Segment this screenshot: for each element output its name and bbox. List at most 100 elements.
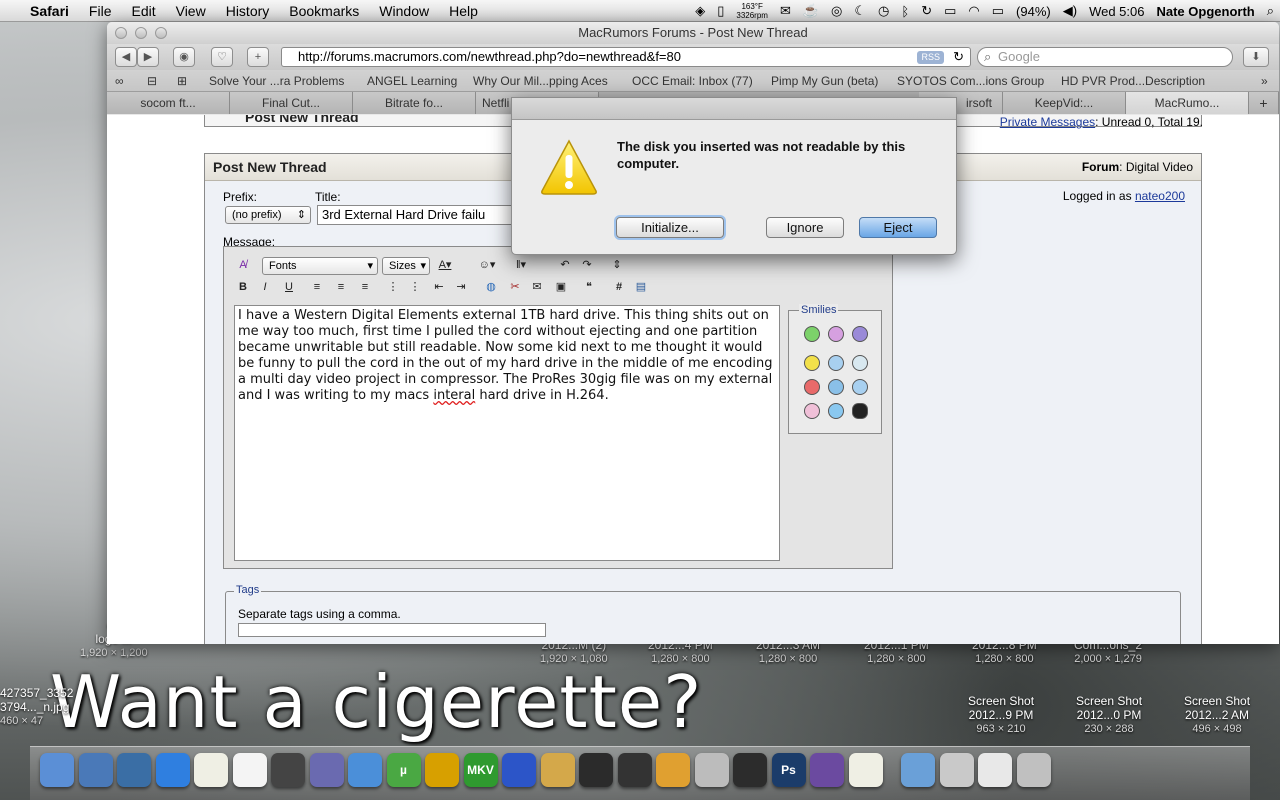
volume-icon[interactable]: ◀) — [1057, 3, 1083, 19]
hashtag-icon[interactable]: # — [610, 279, 628, 295]
menu-edit[interactable]: Edit — [121, 0, 165, 22]
pencil-icon[interactable] — [309, 753, 344, 787]
menu-history[interactable]: History — [216, 0, 280, 22]
unordered-list-icon[interactable]: ⋮ — [406, 279, 424, 295]
bluetooth-icon[interactable]: ᛒ — [895, 4, 915, 19]
align-center-icon[interactable]: ≡ — [332, 279, 350, 295]
motion-icon[interactable] — [733, 753, 767, 787]
arrows-icon[interactable] — [656, 753, 690, 787]
bookmark-item[interactable]: SYOTOS Com...ions Group — [897, 74, 1044, 88]
tab[interactable]: Bitrate fo... — [353, 92, 476, 114]
eject-button[interactable]: Eject — [859, 217, 937, 238]
initialize-button[interactable]: Initialize... — [616, 217, 724, 238]
menu-window[interactable]: Window — [369, 0, 439, 22]
new-tab-button[interactable]: + — [1249, 92, 1279, 114]
dropbox-icon[interactable]: ◈ — [689, 3, 711, 19]
zoom-button[interactable] — [155, 27, 167, 39]
apple-menu-icon[interactable] — [0, 0, 20, 22]
align-left-icon[interactable]: ≡ — [308, 279, 326, 295]
time-machine-icon[interactable]: ◷ — [872, 3, 895, 19]
remove-format-icon[interactable]: A̸ — [234, 257, 252, 273]
bookmark-item[interactable]: ANGEL Learning — [367, 74, 457, 88]
apple-smiley-icon[interactable] — [852, 403, 868, 419]
compressor-icon[interactable] — [271, 753, 305, 787]
clock[interactable]: Wed 5:06 — [1083, 4, 1150, 19]
smiley-tongue-icon[interactable] — [804, 403, 820, 419]
forward-button[interactable]: ▶ — [137, 47, 159, 67]
bookmark-item[interactable]: HD PVR Prod...Description — [1061, 74, 1205, 88]
display-icon[interactable]: ▭ — [938, 3, 962, 19]
growl-icon[interactable]: ◎ — [825, 3, 848, 19]
underline-icon[interactable]: U — [280, 279, 298, 295]
username-link[interactable]: nateo200 — [1135, 189, 1185, 203]
bold-icon[interactable]: B — [234, 279, 252, 295]
applications-folder-icon[interactable] — [901, 753, 935, 787]
textedit-icon[interactable] — [194, 753, 228, 787]
smiley-grin-icon[interactable] — [804, 326, 820, 342]
title-input[interactable]: 3rd External Hard Drive failu — [317, 205, 537, 225]
undo-icon[interactable]: ↶ — [556, 257, 574, 273]
moon-icon[interactable]: ☾ — [848, 3, 872, 19]
dashboard-icon[interactable] — [117, 753, 151, 787]
ical-icon[interactable] — [232, 753, 267, 787]
smiley-happy-icon[interactable] — [828, 326, 844, 342]
add-bookmark-button[interactable]: + — [247, 47, 269, 67]
lightbulb-icon[interactable]: ♡ — [211, 47, 233, 67]
quote-icon[interactable]: ❝ — [580, 279, 598, 295]
message-textarea[interactable]: I have a Western Digital Elements extern… — [234, 305, 780, 561]
smiley-mad-icon[interactable] — [852, 326, 868, 342]
finder-icon[interactable] — [40, 753, 74, 787]
bookmark-item[interactable]: Solve Your ...ra Problems — [209, 74, 344, 88]
mail-icon[interactable]: ✉ — [774, 3, 797, 19]
fonts-select[interactable]: Fonts ▾ — [262, 257, 378, 275]
documents-stack-icon[interactable] — [978, 753, 1012, 787]
downloads-icon[interactable] — [939, 753, 974, 787]
smiley-wink-icon[interactable] — [828, 403, 844, 419]
attachment-icon[interactable]: ǁ▾ — [512, 257, 530, 273]
smiley-smile-icon[interactable] — [804, 355, 820, 371]
italic-icon[interactable]: I — [256, 279, 274, 295]
email-link-icon[interactable]: ✉ — [528, 279, 546, 295]
ordered-list-icon[interactable]: ⋮ — [384, 279, 402, 295]
bookmark-item[interactable]: Pimp My Gun (beta) — [771, 74, 878, 88]
outdent-icon[interactable]: ⇤ — [430, 279, 448, 295]
spotlight-icon[interactable]: ⌕ — [1261, 3, 1280, 19]
photoshop-icon[interactable]: Ps — [771, 753, 806, 787]
thermometer-icon[interactable]: ▯ — [711, 3, 730, 19]
pineapple-icon[interactable] — [540, 753, 575, 787]
smiley-angry-icon[interactable] — [804, 379, 820, 395]
bookmark-item[interactable]: Why Our Mil...pping Aces — [473, 74, 608, 88]
preview-icon[interactable] — [78, 753, 113, 787]
address-field[interactable]: http://forums.macrumors.com/newthread.ph… — [281, 47, 971, 67]
menu-help[interactable]: Help — [439, 0, 488, 22]
sync-icon[interactable]: ↻ — [915, 3, 938, 19]
tab[interactable]: Final Cut... — [230, 92, 353, 114]
unlink-icon[interactable]: ✂ — [506, 279, 524, 295]
php-icon[interactable]: ▤ — [632, 279, 650, 295]
close-button[interactable] — [115, 27, 127, 39]
wifi-icon[interactable]: ◠ — [962, 3, 985, 19]
battery-icon[interactable]: ▭ — [986, 3, 1010, 19]
downloads-button[interactable]: ⬇ — [1243, 47, 1269, 67]
align-right-icon[interactable]: ≡ — [356, 279, 374, 295]
reading-list-icon[interactable]: ∞ — [115, 74, 124, 88]
smiley-menu-icon[interactable]: ☺▾ — [478, 257, 496, 273]
indent-icon[interactable]: ⇥ — [452, 279, 470, 295]
cup-icon[interactable]: ☕ — [797, 3, 825, 19]
itunes-icon[interactable] — [155, 753, 190, 787]
book-icon[interactable]: ⊟ — [147, 74, 157, 88]
stop-icon[interactable]: ◉ — [173, 47, 195, 67]
reload-icon[interactable]: ↻ — [953, 48, 964, 66]
menu-view[interactable]: View — [166, 0, 216, 22]
tab[interactable]: KeepVid:... — [1003, 92, 1126, 114]
smiley-confused-icon[interactable] — [828, 355, 844, 371]
claquette-icon[interactable] — [579, 753, 613, 787]
more-bookmarks-icon[interactable]: » — [1261, 74, 1268, 88]
menu-safari[interactable]: Safari — [20, 0, 79, 22]
mkv-icon[interactable]: MKV — [463, 753, 498, 787]
battery-percent[interactable]: (94%) — [1010, 4, 1057, 19]
redo-icon[interactable]: ↷ — [578, 257, 596, 273]
desktop-file[interactable]: Screen Shot 2012...0 PM 230 × 288 — [1076, 694, 1142, 736]
back-button[interactable]: ◀ — [115, 47, 137, 67]
prefix-select[interactable]: (no prefix) ⇕ — [225, 206, 311, 224]
